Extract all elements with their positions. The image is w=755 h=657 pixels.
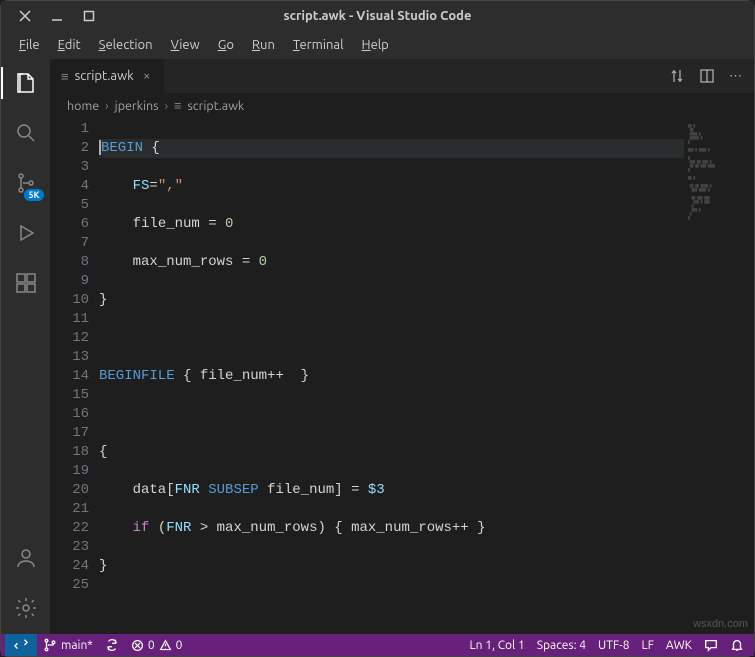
settings-icon[interactable]: [10, 592, 42, 624]
cursor-position[interactable]: Ln 1, Col 1: [464, 634, 531, 656]
chevron-right-icon: ›: [165, 99, 169, 113]
extensions-icon[interactable]: [10, 267, 42, 299]
tab-script-awk[interactable]: ≡ script.awk ×: [51, 59, 165, 93]
file-icon: ≡: [174, 99, 181, 113]
line-number: 17: [51, 424, 89, 443]
line-number: 6: [51, 215, 89, 234]
close-icon[interactable]: ×: [140, 69, 154, 83]
tabs: ≡ script.awk × ⋯: [51, 59, 754, 94]
line-number: 2: [51, 139, 89, 158]
line-number: 9: [51, 272, 89, 291]
compare-changes-icon[interactable]: [669, 68, 685, 84]
line-number: 21: [51, 500, 89, 519]
line-number: 19: [51, 462, 89, 481]
line-number: 18: [51, 443, 89, 462]
breadcrumb-segment[interactable]: script.awk: [187, 99, 244, 113]
line-number: 7: [51, 234, 89, 253]
line-number: 1: [51, 120, 89, 139]
minimap[interactable]: ██ █ ██ ████ █ █████ █ █ ███ █ ████ █ █ …: [684, 118, 754, 634]
activitybar: 5K: [1, 59, 51, 634]
encoding[interactable]: UTF-8: [592, 634, 635, 656]
account-icon[interactable]: [10, 542, 42, 574]
menu-run[interactable]: Run: [244, 35, 283, 55]
source-control-icon[interactable]: 5K: [10, 167, 42, 199]
problems[interactable]: 0 0: [125, 634, 189, 656]
menu-help[interactable]: Help: [354, 35, 397, 55]
scm-badge: 5K: [24, 189, 43, 201]
line-number-gutter: 1234567891011121314151617181920212223242…: [51, 118, 99, 634]
line-number: 14: [51, 367, 89, 386]
eol[interactable]: LF: [636, 634, 660, 656]
line-number: 25: [51, 576, 89, 595]
menubar: File Edit Selection View Go Run Terminal…: [1, 31, 754, 59]
split-editor-icon[interactable]: [699, 68, 715, 84]
line-number: 11: [51, 310, 89, 329]
chevron-right-icon: ›: [105, 99, 109, 113]
line-number: 13: [51, 348, 89, 367]
maximize-icon[interactable]: [83, 10, 95, 22]
line-number: 8: [51, 253, 89, 272]
menu-edit[interactable]: Edit: [50, 35, 89, 55]
notifications-icon[interactable]: [724, 634, 750, 656]
sync-icon[interactable]: [99, 634, 125, 656]
editor[interactable]: 1234567891011121314151617181920212223242…: [51, 118, 754, 634]
minimize-icon[interactable]: [51, 10, 63, 22]
menu-selection[interactable]: Selection: [91, 35, 161, 55]
explorer-icon[interactable]: [10, 67, 42, 99]
menu-terminal[interactable]: Terminal: [285, 35, 352, 55]
window-title: script.awk - Visual Studio Code: [1, 9, 754, 23]
line-number: 16: [51, 405, 89, 424]
more-icon[interactable]: ⋯: [729, 69, 742, 84]
search-icon[interactable]: [10, 117, 42, 149]
line-number: 22: [51, 519, 89, 538]
line-number: 24: [51, 557, 89, 576]
breadcrumb[interactable]: home › jperkins › ≡ script.awk: [51, 94, 754, 118]
menu-file[interactable]: File: [11, 35, 48, 55]
line-number: 4: [51, 177, 89, 196]
line-number: 12: [51, 329, 89, 348]
line-number: 10: [51, 291, 89, 310]
git-branch[interactable]: main*: [37, 634, 99, 656]
file-icon: ≡: [61, 69, 69, 84]
titlebar: script.awk - Visual Studio Code: [1, 1, 754, 31]
line-number: 5: [51, 196, 89, 215]
watermark: wsxdn.com: [693, 618, 748, 630]
close-icon[interactable]: [19, 10, 31, 22]
feedback-icon[interactable]: [698, 634, 724, 656]
tab-label: script.awk: [75, 69, 134, 83]
line-number: 23: [51, 538, 89, 557]
breadcrumb-segment[interactable]: jperkins: [115, 99, 159, 113]
breadcrumb-segment[interactable]: home: [67, 99, 99, 113]
remote-icon[interactable]: [5, 634, 37, 656]
debug-icon[interactable]: [10, 217, 42, 249]
line-number: 15: [51, 386, 89, 405]
menu-go[interactable]: Go: [210, 35, 242, 55]
statusbar: main* 0 0 Ln 1, Col 1 Spaces: 4 UTF-8 LF…: [1, 634, 754, 656]
line-number: 20: [51, 481, 89, 500]
menu-view[interactable]: View: [163, 35, 208, 55]
line-number: 3: [51, 158, 89, 177]
code-content[interactable]: BEGIN { FS="," file_num = 0 max_num_rows…: [99, 118, 684, 634]
editor-area: ≡ script.awk × ⋯ home › jperkins › ≡ scr…: [51, 59, 754, 634]
language-mode[interactable]: AWK: [660, 634, 698, 656]
indentation[interactable]: Spaces: 4: [531, 634, 592, 656]
